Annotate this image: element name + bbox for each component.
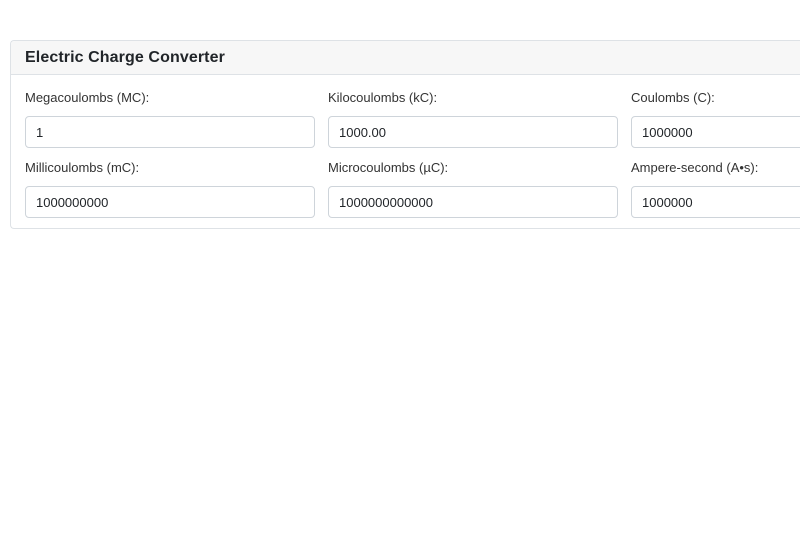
millicoulombs-input[interactable] <box>25 186 315 218</box>
microcoulombs-label: Microcoulombs (µC): <box>328 160 449 175</box>
coulombs-label: Coulombs (C): <box>631 90 715 105</box>
megacoulombs-label: Megacoulombs (MC): <box>25 90 150 105</box>
microcoulombs-input[interactable] <box>328 186 618 218</box>
ampere-second-label: Ampere-second (A•s): <box>631 160 759 175</box>
ampere-second-field-group: Ampere-second (A•s): <box>631 159 800 218</box>
converter-card: Electric Charge Converter Megacoulombs (… <box>10 40 800 229</box>
coulombs-input[interactable] <box>631 116 800 148</box>
millicoulombs-label: Millicoulombs (mC): <box>25 160 140 175</box>
card-title: Electric Charge Converter <box>11 41 800 75</box>
microcoulombs-field-group: Microcoulombs (µC): <box>328 159 618 218</box>
ampere-second-input[interactable] <box>631 186 800 218</box>
megacoulombs-field-group: Megacoulombs (MC): <box>25 89 315 148</box>
kilocoulombs-field-group: Kilocoulombs (kC): <box>328 89 618 148</box>
kilocoulombs-input[interactable] <box>328 116 618 148</box>
coulombs-field-group: Coulombs (C): <box>631 89 800 148</box>
megacoulombs-input[interactable] <box>25 116 315 148</box>
millicoulombs-field-group: Millicoulombs (mC): <box>25 159 315 218</box>
kilocoulombs-label: Kilocoulombs (kC): <box>328 90 438 105</box>
